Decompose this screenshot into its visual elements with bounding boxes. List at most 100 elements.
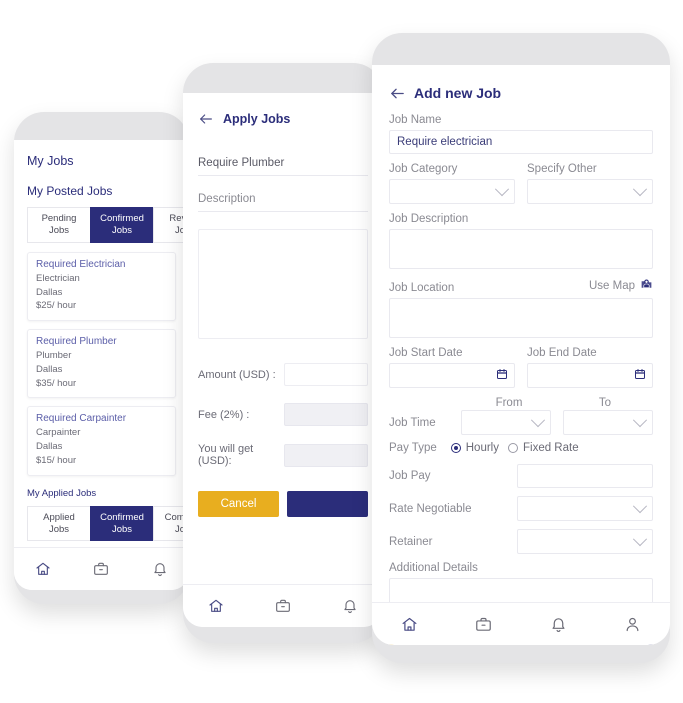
specify-other-field: Specify Other [527,163,653,204]
home-icon[interactable] [208,598,224,614]
page-title: Add new Job [414,85,502,101]
briefcase-icon[interactable] [275,598,291,614]
job-rate: $15/ hour [36,454,77,466]
job-name-label: Job Name [389,114,442,126]
back-arrow-icon[interactable] [389,85,405,101]
pay-type-option-label: Fixed Rate [522,442,579,454]
specify-other-select[interactable] [527,179,653,204]
pay-type-option-label: Hourly [465,442,499,454]
fee-value [284,403,368,426]
tab-label-line1: Confirmed [100,511,144,523]
back-arrow-icon[interactable] [198,111,214,127]
dates-row: Job Start Date Job End Date [389,347,653,388]
page-title: My Jobs [27,154,74,168]
phone1-notch [14,112,189,138]
briefcase-icon[interactable] [93,561,109,577]
pay-type-label: Pay Type [389,442,437,454]
job-title: Required Plumber [36,336,117,348]
job-category-label: Job Category [389,163,458,175]
submit-button[interactable] [287,491,368,517]
payout-value [284,443,368,467]
job-time-label: Job Time [389,416,436,429]
posted-jobs-tabs: Pending Jobs Confirmed Jobs Review Jobs [27,207,189,243]
amount-row: Amount (USD) : [198,363,368,386]
tab-label-line2: Jobs [111,224,133,236]
payout-label: You will get (USD): [198,443,254,467]
pay-type-option-fixed-rate[interactable]: Fixed Rate [507,442,579,454]
job-end-date-field: Job End Date [527,347,653,388]
home-icon[interactable] [401,616,418,633]
chevron-down-icon [632,531,648,546]
job-category-select[interactable] [389,179,515,204]
posted-jobs-section-title: My Posted Jobs [27,184,113,198]
job-description-field: Job Description [389,213,653,269]
chevron-down-icon [632,498,648,513]
job-pay-input[interactable] [517,464,653,488]
calendar-icon[interactable] [634,368,646,383]
tab-label-line1: Pending [41,213,77,224]
bell-icon[interactable] [152,561,168,577]
job-end-date-input[interactable] [527,363,653,388]
rate-negotiable-label: Rate Negotiable [389,502,472,515]
phone2-action-buttons: Cancel [198,491,368,517]
chevron-down-icon [530,412,546,427]
job-time-to-select[interactable] [563,410,653,435]
phone3-bottom-nav [372,602,670,645]
cancel-button[interactable]: Cancel [198,491,279,517]
use-map-label: Use Map [588,280,635,292]
phone-mockup-my-jobs: My Jobs My Posted Jobs Pending Jobs Conf… [14,112,189,604]
job-description-input[interactable] [389,229,653,269]
bell-icon[interactable] [342,598,358,614]
calendar-icon[interactable] [496,368,508,383]
retainer-label: Retainer [389,535,433,548]
job-city: Dallas [36,363,63,375]
payout-row: You will get (USD): [198,443,368,467]
phone1-screen: My Jobs My Posted Jobs Pending Jobs Conf… [14,140,189,590]
job-rate: $35/ hour [36,377,77,389]
list-item[interactable]: Required Plumber Plumber Dallas $35/ hou… [27,329,176,399]
retainer-select[interactable] [517,529,653,554]
tab-label-line1: Applied [43,511,75,523]
category-row: Job Category Specify Other [389,163,653,204]
briefcase-icon[interactable] [475,616,492,633]
job-start-date-input[interactable] [389,363,515,388]
notch-speaker [74,123,113,127]
amount-input[interactable] [284,363,368,386]
radio-icon [450,443,461,453]
chevron-down-icon [494,181,510,196]
phone1-bottom-nav [14,547,189,590]
job-location-field: Job Location Use Map [389,278,653,338]
job-time-from-select[interactable] [461,410,551,435]
phone-mockup-apply-jobs: Apply Jobs Require Plumber Description A… [183,63,383,643]
tab-confirmed-jobs[interactable]: Confirmed Jobs [90,207,154,243]
job-description-label: Job Description [389,213,469,225]
tab-applied-jobs[interactable]: Applied Jobs [27,505,91,542]
pay-type-option-hourly[interactable]: Hourly [450,442,499,454]
job-city: Dallas [36,441,63,453]
rate-negotiable-select[interactable] [517,496,653,521]
additional-details-label: Additional Details [389,562,478,574]
job-pay-field: Job Pay [389,464,653,488]
job-name-input[interactable]: Require electrician [389,130,653,154]
phone2-screen: Apply Jobs Require Plumber Description A… [183,93,383,627]
person-icon[interactable] [624,616,641,633]
tab-applied-confirmed-jobs[interactable]: Confirmed Jobs [90,505,154,542]
phone3-screen: Add new Job Job Name Require electrician… [372,65,670,645]
job-name-field: Job Name Require electrician [389,114,653,154]
list-item[interactable]: Required Carpainter Carpainter Dallas $1… [27,406,176,476]
phone3-notch [372,33,670,59]
notch-speaker [256,74,294,78]
job-title: Required Electrician [36,258,126,270]
job-location-input[interactable] [389,298,653,338]
list-item[interactable]: Required Electrician Electrician Dallas … [27,251,176,322]
description-input[interactable] [198,229,368,339]
job-time-headers: From To [389,397,653,409]
fee-label: Fee (2%) : [198,408,250,421]
tab-pending-jobs[interactable]: Pending Jobs [27,207,91,243]
pay-type-row: Pay Type Hourly Fixed Rate [389,442,653,454]
home-icon[interactable] [35,561,51,577]
bell-icon[interactable] [550,616,567,633]
use-map-button[interactable]: Use Map [589,278,653,294]
job-title-field[interactable]: Require Plumber [198,157,368,176]
retainer-field: Retainer [389,529,653,554]
